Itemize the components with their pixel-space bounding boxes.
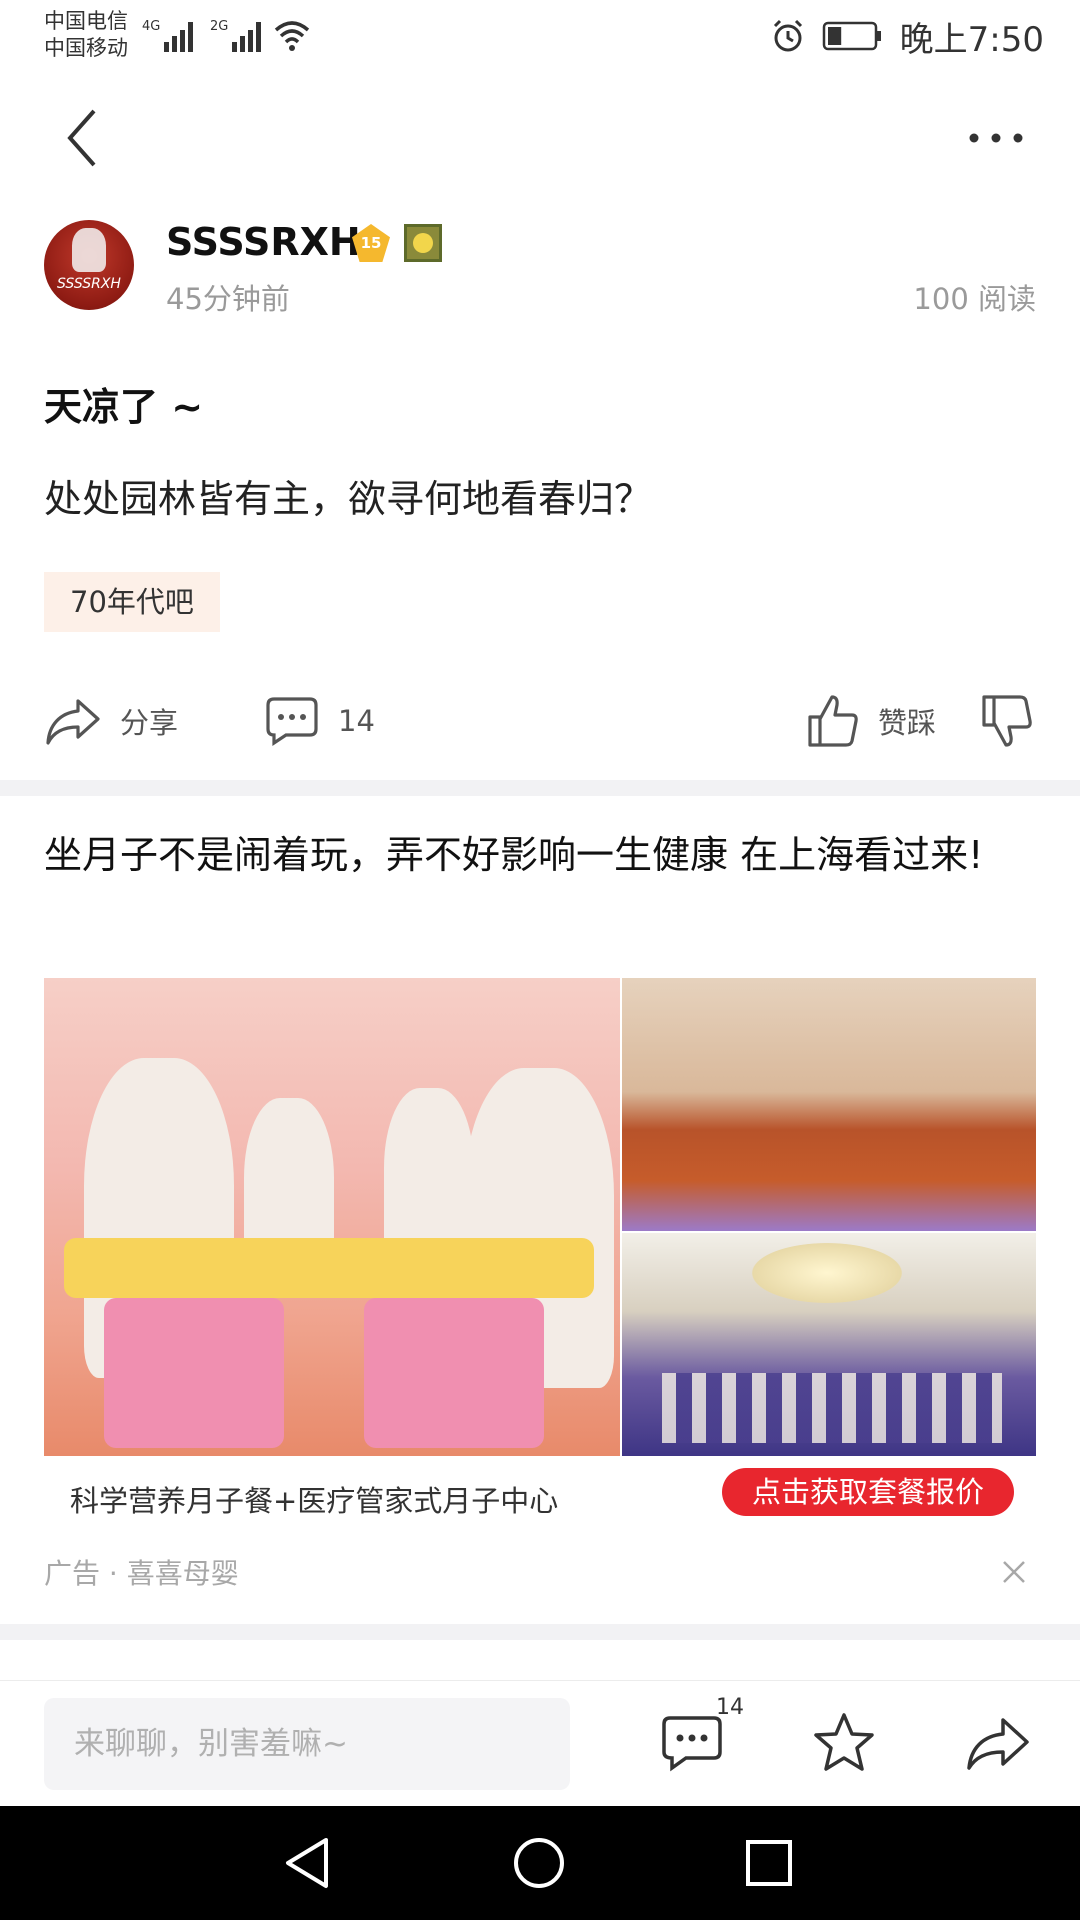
signal-2g-icon: 2G (210, 19, 261, 52)
nav-home-button[interactable] (506, 1830, 572, 1896)
square-recents-icon (746, 1840, 792, 1886)
dislike-button[interactable] (980, 684, 1034, 758)
back-arrow-icon (67, 109, 96, 167)
bottom-comment-count: 14 (716, 1695, 744, 1720)
network-2-label: 2G (210, 19, 228, 34)
share-icon (46, 699, 100, 745)
status-bar: 中国电信 中国移动 4G 2G 晚上7:50 (0, 0, 1080, 72)
avatar-text: SSSSRXH (57, 276, 121, 292)
level-badge: 15 (352, 224, 390, 262)
post-actions: 分享 14 赞踩 (0, 684, 1080, 758)
thumbs-up-icon (808, 695, 858, 747)
wifi-icon (274, 21, 310, 51)
network-1-label: 4G (142, 19, 160, 34)
status-right: 晚上7:50 (770, 12, 1044, 60)
thumbs-down-icon (982, 695, 1032, 747)
ad-caption: 科学营养月子餐+医疗管家式月子中心 (70, 1484, 559, 1518)
avatar-figure (72, 228, 106, 272)
username[interactable]: SSSSRXH (166, 220, 361, 264)
carrier-2: 中国移动 (44, 36, 128, 60)
ad-photo-nursery (44, 978, 620, 1456)
author-header: SSSSRXH SSSSRXH 15 45分钟前 100 阅读 (0, 210, 1080, 320)
triangle-back-icon (286, 1838, 328, 1888)
alarm-icon (773, 19, 802, 52)
vote-label: 赞踩 (878, 706, 937, 740)
ad-photo-hall (622, 978, 1036, 1231)
close-icon (1003, 1561, 1025, 1583)
ad-image[interactable] (44, 978, 1036, 1456)
android-nav-bar (0, 1806, 1080, 1920)
topic-tag[interactable]: 70年代吧 (44, 572, 220, 632)
comment-icon (266, 697, 318, 746)
ad-close-button[interactable] (996, 1554, 1032, 1590)
user-badges: 15 (352, 224, 442, 262)
comment-count: 14 (338, 704, 375, 738)
more-dots-icon (969, 133, 1023, 143)
bottom-share-button[interactable] (960, 1705, 1036, 1781)
bottom-comment-bar: 14 (0, 1680, 1080, 1806)
circle-home-icon (514, 1838, 564, 1888)
section-divider (0, 780, 1080, 796)
post-time: 45分钟前 (166, 282, 290, 316)
comment-button[interactable]: 14 (264, 684, 375, 758)
ad-photo-banquet (622, 1233, 1036, 1456)
ad-source: 广告 · 喜喜母婴 (44, 1557, 239, 1590)
status-time: 晚上7:50 (899, 19, 1044, 60)
ad-title[interactable]: 坐月子不是闹着玩，弄不好影响一生健康 在上海看过来! (44, 822, 1036, 888)
ad-caption-bar: 科学营养月子餐+医疗管家式月子中心 点击获取套餐报价 (44, 1456, 1036, 1538)
avatar[interactable]: SSSSRXH (44, 220, 134, 310)
carrier-1: 中国电信 (44, 9, 128, 33)
share-button[interactable]: 分享 (44, 684, 178, 758)
share-label: 分享 (120, 706, 179, 740)
star-icon (814, 1713, 874, 1771)
post-title: 天凉了 ~ (44, 385, 204, 429)
more-button[interactable] (956, 112, 1036, 164)
nav-recents-button[interactable] (736, 1830, 802, 1896)
section-divider-2 (0, 1624, 1080, 1640)
post-content: 处处园林皆有主，欲寻何地看春归？ (44, 477, 653, 521)
comment-input[interactable] (44, 1698, 570, 1790)
share-icon (967, 1718, 1029, 1770)
medal-icon (404, 224, 442, 262)
read-count: 100 阅读 (913, 282, 1036, 316)
nav-bar (0, 72, 1080, 204)
signal-4g-icon: 4G (142, 19, 193, 52)
ad-cta-button[interactable]: 点击获取套餐报价 (721, 1468, 1014, 1516)
comment-icon (662, 1716, 722, 1772)
favorite-button[interactable] (806, 1705, 882, 1781)
back-button[interactable] (52, 102, 112, 174)
nav-back-button[interactable] (274, 1830, 340, 1896)
carrier-info: 中国电信 中国移动 (44, 8, 128, 62)
battery-icon (822, 21, 881, 51)
like-button[interactable]: 赞踩 (806, 684, 936, 758)
